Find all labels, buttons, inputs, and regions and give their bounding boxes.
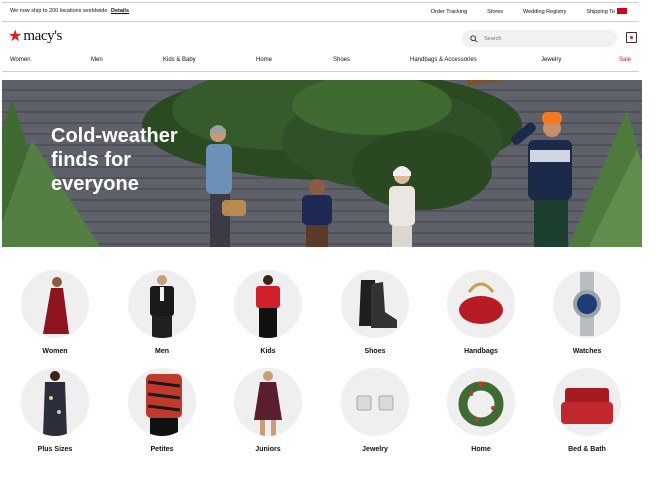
star-icon: ★ (8, 27, 23, 45)
category-home[interactable]: Home (431, 368, 531, 453)
details-link[interactable]: Details (111, 8, 129, 14)
hero-headline-line1: Cold-weather (51, 125, 178, 147)
category-men[interactable]: Men (112, 270, 212, 355)
header: ★ macy's (2, 22, 639, 52)
category-label: Shoes (364, 348, 386, 355)
main-nav: Women Men Kids & Baby Home Shoes Handbag… (2, 52, 639, 72)
search-icon (470, 34, 478, 43)
utility-links: Order Tracking Stores Wedding Registry S… (431, 8, 627, 15)
nav-shoes[interactable]: Shoes (333, 57, 350, 63)
category-label: Men (155, 348, 169, 355)
shipping-message: We now ship to 200 locations worldwide D… (10, 8, 129, 14)
zebra-top-icon (128, 368, 196, 436)
red-handbag-icon (447, 270, 515, 338)
category-label: Bed & Bath (568, 446, 606, 453)
hero-headline-line3: everyone (51, 173, 139, 195)
nav-men[interactable]: Men (91, 57, 103, 63)
maroon-dress-icon (234, 368, 302, 436)
nav-women[interactable]: Women (10, 57, 31, 63)
shipping-message-text: We now ship to 200 locations worldwide (10, 8, 108, 14)
man-figure-image (511, 112, 572, 247)
watch-icon (553, 270, 621, 338)
category-label: Women (42, 348, 68, 355)
hero-headline: Cold-weather finds for everyone (51, 124, 221, 196)
child-figure-image (302, 179, 332, 247)
category-shoes[interactable]: Shoes (325, 270, 425, 355)
red-dress-icon (21, 270, 89, 338)
category-label: Handbags (464, 348, 498, 355)
search-input[interactable] (484, 35, 604, 42)
category-label: Home (471, 446, 491, 453)
black-boot-icon (341, 270, 409, 338)
category-women[interactable]: Women (5, 270, 105, 355)
hero-headline-line2: finds for (51, 149, 131, 171)
hero-banner[interactable]: Cold-weather finds for everyone (2, 80, 642, 247)
wedding-registry-link[interactable]: Wedding Registry (523, 9, 566, 15)
logo-text: macy's (23, 28, 62, 44)
kids-sweater-icon (234, 270, 302, 338)
category-label: Jewelry (362, 446, 388, 453)
diamond-earrings-icon (341, 368, 409, 436)
search-bar[interactable] (462, 30, 617, 47)
category-plus-sizes[interactable]: Plus Sizes (5, 368, 105, 453)
nav-handbags-accessories[interactable]: Handbags & Accessories (410, 57, 477, 63)
category-watches[interactable]: Watches (537, 270, 637, 355)
floral-dress-icon (21, 368, 89, 436)
category-juniors[interactable]: Juniors (218, 368, 318, 453)
category-label: Petites (150, 446, 174, 453)
category-label: Plus Sizes (37, 446, 73, 453)
category-grid: Women Men Kids Shoes Handbags Watches Pl… (0, 262, 657, 484)
category-label: Watches (572, 348, 602, 355)
black-suit-icon (128, 270, 196, 338)
category-label: Juniors (255, 446, 281, 453)
macys-logo[interactable]: ★ macy's (8, 28, 62, 45)
category-bed-bath[interactable]: Bed & Bath (537, 368, 637, 453)
order-tracking-link[interactable]: Order Tracking (431, 9, 467, 15)
category-jewelry[interactable]: Jewelry (325, 368, 425, 453)
category-handbags[interactable]: Handbags (431, 270, 531, 355)
nav-home[interactable]: Home (256, 57, 272, 63)
utility-bar: We now ship to 200 locations worldwide D… (2, 2, 639, 22)
category-kids[interactable]: Kids (218, 270, 318, 355)
nav-sale[interactable]: Sale (619, 57, 631, 63)
category-label: Kids (260, 348, 276, 355)
red-bedding-icon (553, 368, 621, 436)
shipping-to-label: Shipping To (586, 9, 615, 15)
nav-jewelry[interactable]: Jewelry (541, 57, 561, 63)
country-flag-icon (617, 8, 627, 14)
category-petites[interactable]: Petites (112, 368, 212, 453)
wreath-icon (447, 368, 515, 436)
shipping-to-selector[interactable]: Shipping To (586, 8, 627, 15)
stores-link[interactable]: Stores (487, 9, 503, 15)
girl-figure-image (389, 166, 415, 247)
nav-kids-baby[interactable]: Kids & Baby (163, 57, 196, 63)
shopping-bag-icon[interactable] (626, 32, 637, 43)
